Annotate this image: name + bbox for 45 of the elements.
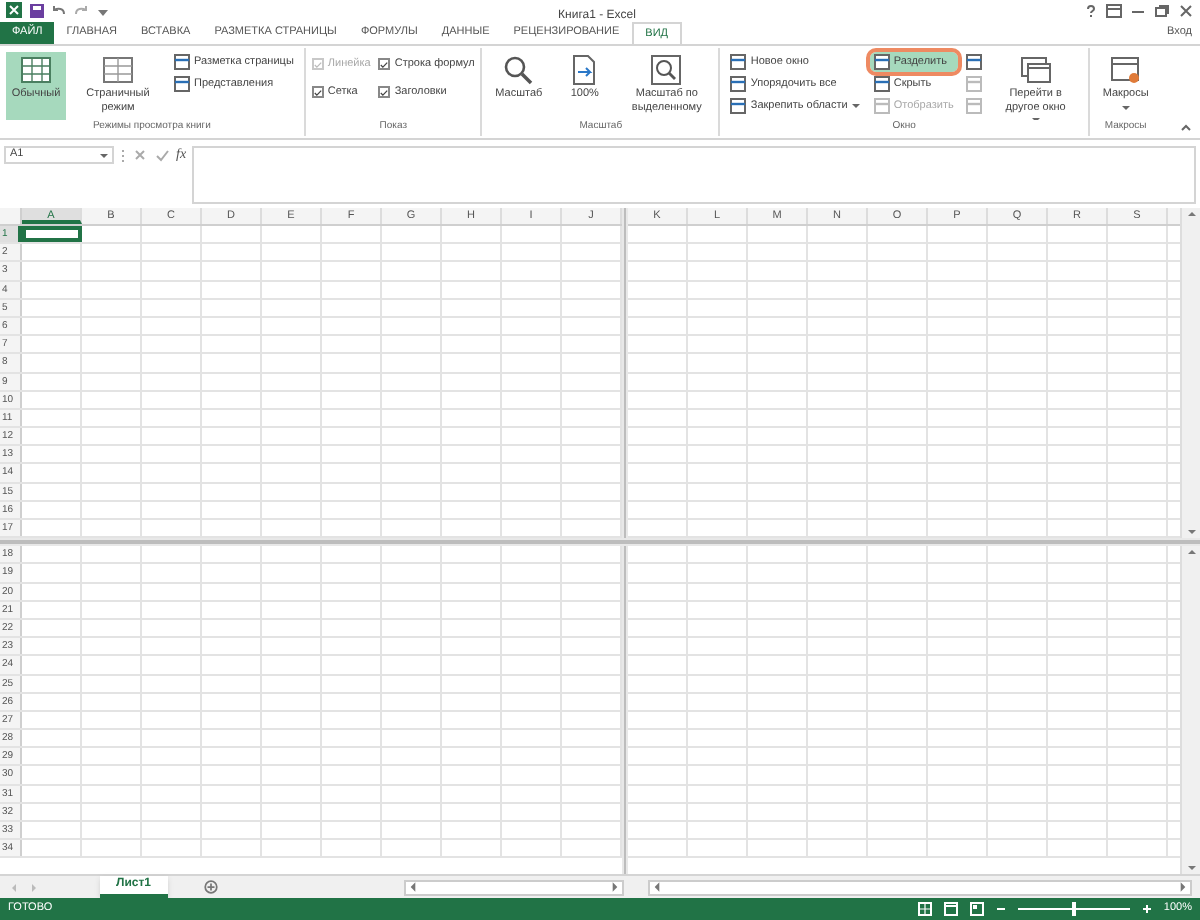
undo-icon xyxy=(52,3,66,17)
zoom-out-icon xyxy=(995,904,1006,914)
switch-windows-icon xyxy=(1019,54,1052,86)
redo-icon xyxy=(74,3,88,17)
grid-icon xyxy=(20,54,52,86)
close-icon xyxy=(1178,3,1194,17)
active-cell[interactable] xyxy=(22,226,82,243)
page-layout-view-icon xyxy=(943,902,958,916)
restore-icon xyxy=(1154,3,1170,17)
enter-icon xyxy=(154,146,170,164)
page-break-view-icon xyxy=(969,902,984,916)
normal-view-icon xyxy=(917,902,932,916)
formula-input[interactable] xyxy=(192,146,1196,204)
caret-icon xyxy=(851,102,860,110)
scroll-left-icon xyxy=(650,880,664,894)
ribbon-display-icon xyxy=(1106,3,1122,17)
magnifier-icon xyxy=(502,54,535,86)
checkbox[interactable] xyxy=(378,86,391,98)
vertical-scrollbar[interactable] xyxy=(1180,208,1200,539)
collapse-ribbon-icon xyxy=(1180,122,1192,132)
page-zoom-icon xyxy=(568,54,601,86)
zoom-selection-icon xyxy=(650,54,683,86)
scroll-up-icon xyxy=(1185,208,1197,220)
horizontal-scrollbar[interactable] xyxy=(648,879,1192,895)
caret-icon xyxy=(100,151,108,159)
scroll-up-icon xyxy=(1185,546,1197,559)
checkbox[interactable] xyxy=(378,58,391,70)
caret-icon xyxy=(1121,103,1130,111)
cancel-icon xyxy=(132,146,148,164)
help-icon xyxy=(1084,3,1098,17)
page-grid-icon xyxy=(102,54,134,86)
scroll-right-icon xyxy=(608,880,622,894)
vertical-scrollbar[interactable] xyxy=(1180,546,1200,874)
zoom-slider[interactable] xyxy=(1017,902,1130,916)
checkbox[interactable] xyxy=(311,86,324,98)
macro-icon xyxy=(1109,54,1142,86)
scroll-right-icon xyxy=(1176,880,1190,894)
next-sheet-icon xyxy=(28,881,40,893)
zoom-in-icon xyxy=(1141,904,1152,914)
zoom-slider-thumb[interactable] xyxy=(1071,902,1076,916)
horizontal-scrollbar[interactable] xyxy=(404,879,624,895)
scroll-down-icon xyxy=(1185,526,1197,539)
previous-sheet-icon xyxy=(8,881,20,893)
add-sheet-icon xyxy=(203,880,218,894)
scroll-left-icon xyxy=(406,880,420,894)
